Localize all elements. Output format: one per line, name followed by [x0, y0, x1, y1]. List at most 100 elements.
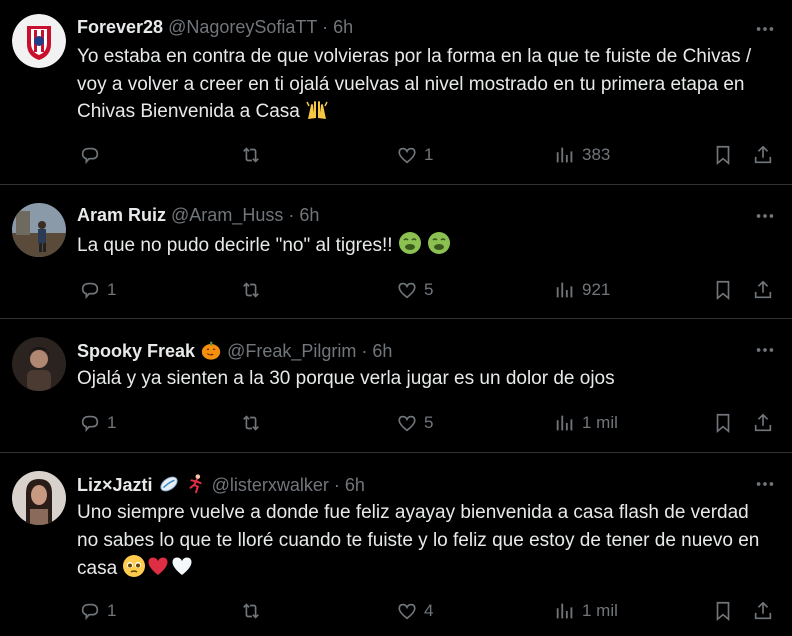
reply-button[interactable]	[79, 140, 107, 170]
action-bar: 1 383	[0, 140, 792, 170]
repost-icon	[243, 282, 259, 298]
bookmark-icon	[716, 413, 730, 434]
action-bar: 1 4 1 mil	[0, 596, 792, 626]
user-handle[interactable]: @Aram_Huss	[171, 205, 283, 225]
timestamp[interactable]: · 6h	[361, 341, 392, 361]
like-button[interactable]: 4	[396, 596, 433, 626]
user-handle[interactable]: @Freak_Pilgrim	[227, 341, 356, 361]
rugby-ball-emoji	[159, 476, 178, 492]
timestamp[interactable]: · 6h	[322, 17, 353, 37]
reply-count: 1	[107, 413, 117, 432]
like-button[interactable]: 1	[396, 140, 433, 170]
bookmark-icon	[716, 280, 730, 301]
view-count: 1 mil	[582, 601, 618, 620]
bookmark-button[interactable]	[712, 140, 734, 170]
nauseated-face-emoji	[428, 232, 451, 254]
display-name[interactable]: Spooky Freak	[77, 341, 195, 361]
reply-button[interactable]: 1	[79, 408, 116, 438]
like-button[interactable]: 5	[396, 408, 433, 438]
views-icon	[556, 282, 573, 298]
like-count: 5	[424, 413, 434, 432]
reply-count: 1	[107, 601, 117, 620]
bookmark-button[interactable]	[712, 275, 734, 305]
bookmark-icon	[716, 601, 730, 622]
share-icon	[754, 280, 772, 299]
repost-icon	[243, 415, 259, 431]
user-handle[interactable]: @NagoreySofiaTT	[168, 17, 317, 37]
like-icon	[398, 603, 416, 620]
nauseated-face-emoji	[398, 232, 421, 254]
reply-icon	[81, 147, 99, 165]
more-icon[interactable]	[754, 205, 776, 227]
views-button[interactable]: 1 mil	[554, 408, 618, 438]
like-icon	[398, 147, 416, 164]
pumpkin-emoji	[201, 341, 221, 360]
display-name[interactable]: Aram Ruiz	[77, 205, 166, 225]
more-icon[interactable]	[754, 339, 776, 361]
views-button[interactable]: 383	[554, 140, 610, 170]
views-icon	[556, 415, 573, 431]
repost-icon	[243, 147, 259, 163]
reply-icon	[81, 603, 99, 621]
reply-tweet[interactable]: Liz×Jazti @listerxwalker · 6h Uno siempr…	[0, 453, 792, 636]
share-button[interactable]	[752, 275, 774, 305]
views-button[interactable]: 1 mil	[554, 596, 618, 626]
timestamp[interactable]: · 6h	[288, 205, 319, 225]
reply-button[interactable]: 1	[79, 275, 116, 305]
view-count: 921	[582, 280, 611, 299]
reply-tweet[interactable]: Aram Ruiz @Aram_Huss · 6h La que no pudo…	[0, 185, 792, 319]
action-bar: 1 5 921	[0, 275, 792, 305]
display-name[interactable]: Liz×Jazti	[77, 475, 153, 495]
tweet-text: Uno siempre vuelve a donde fue feliz aya…	[77, 499, 767, 583]
bookmark-button[interactable]	[712, 596, 734, 626]
avatar[interactable]	[12, 337, 66, 391]
tweet-header: Aram Ruiz @Aram_Huss · 6h	[77, 205, 319, 226]
tweet-text: Ojalá y ya sienten a la 30 porque verla …	[77, 365, 767, 393]
bookmark-button[interactable]	[712, 408, 734, 438]
tweet-header: Liz×Jazti @listerxwalker · 6h	[77, 473, 365, 496]
like-button[interactable]: 5	[396, 275, 433, 305]
display-name[interactable]: Forever28	[77, 17, 163, 37]
timestamp[interactable]: · 6h	[334, 475, 365, 495]
avatar[interactable]	[12, 14, 66, 68]
avatar[interactable]	[12, 203, 66, 257]
share-button[interactable]	[752, 408, 774, 438]
repost-button[interactable]	[240, 408, 268, 438]
reply-button[interactable]: 1	[79, 596, 116, 626]
reply-icon	[81, 282, 99, 300]
more-icon[interactable]	[754, 473, 776, 495]
views-icon	[556, 147, 573, 163]
more-icon[interactable]	[754, 18, 776, 40]
views-icon	[556, 603, 573, 619]
like-count: 1	[424, 145, 434, 164]
repost-icon	[243, 603, 259, 619]
like-count: 5	[424, 280, 434, 299]
reply-icon	[81, 415, 99, 433]
repost-button[interactable]	[240, 140, 268, 170]
tweet-header: Forever28 @NagoreySofiaTT · 6h	[77, 17, 353, 38]
views-button[interactable]: 921	[554, 275, 610, 305]
reply-tweet[interactable]: Forever28 @NagoreySofiaTT · 6h Yo estaba…	[0, 0, 792, 185]
tweet-text: La que no pudo decirle "no" al tigres!!	[77, 231, 767, 260]
repost-button[interactable]	[240, 596, 268, 626]
reply-tweet[interactable]: Spooky Freak @Freak_Pilgrim · 6h Ojalá y…	[0, 319, 792, 453]
tweet-text-content: La que no pudo decirle "no" al tigres!!	[77, 235, 393, 256]
view-count: 383	[582, 145, 611, 164]
like-count: 4	[424, 601, 434, 620]
tweet-text-content: Yo estaba en contra de que volvieras por…	[77, 46, 752, 122]
tweet-text: Yo estaba en contra de que volvieras por…	[77, 43, 767, 126]
pleading-face-emoji	[123, 555, 146, 577]
tweet-header: Spooky Freak @Freak_Pilgrim · 6h	[77, 339, 392, 362]
runner-emoji	[189, 474, 202, 494]
repost-button[interactable]	[240, 275, 268, 305]
user-handle[interactable]: @listerxwalker	[212, 475, 329, 495]
share-button[interactable]	[752, 140, 774, 170]
bookmark-icon	[716, 145, 730, 166]
share-icon	[754, 413, 772, 432]
share-icon	[754, 145, 772, 164]
red-heart-emoji	[148, 557, 168, 575]
white-heart-emoji	[172, 557, 192, 575]
avatar[interactable]	[12, 471, 66, 525]
view-count: 1 mil	[582, 413, 618, 432]
share-button[interactable]	[752, 596, 774, 626]
